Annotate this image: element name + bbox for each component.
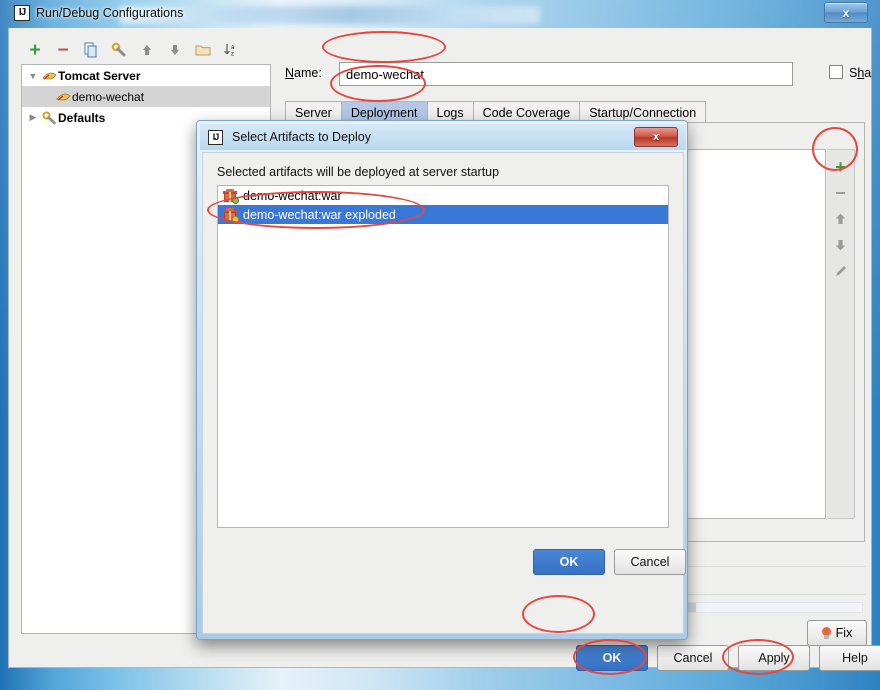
list-item[interactable]: demo-wechat:war [218, 186, 668, 205]
add-artifact-icon[interactable]: + [829, 154, 853, 180]
footer-buttons: OK Cancel Apply Help [576, 645, 880, 671]
cancel-button[interactable]: Cancel [657, 645, 729, 671]
artifact-label: demo-wechat:war exploded [243, 207, 396, 222]
edit-defaults-wrench-icon[interactable] [105, 39, 133, 61]
window-title: Run/Debug Configurations [36, 6, 184, 20]
name-input[interactable] [339, 62, 793, 86]
modal-ok-button[interactable]: OK [533, 549, 605, 575]
tomcat-icon [40, 69, 58, 83]
name-row: Name: Sha [285, 62, 871, 86]
wrench-icon [40, 111, 58, 125]
tomcat-icon [54, 90, 72, 104]
name-label: Name: [285, 66, 322, 80]
select-artifacts-dialog: IJ Select Artifacts to Deploy x Selected… [196, 120, 688, 640]
share-checkbox[interactable] [829, 65, 843, 79]
close-icon[interactable]: x [824, 2, 868, 23]
help-button[interactable]: Help [819, 645, 880, 671]
sort-alphabetically-icon[interactable]: az [217, 39, 245, 61]
move-artifact-up-icon[interactable] [829, 206, 853, 232]
artifacts-list[interactable]: demo-wechat:war demo-wechat:war exploded [217, 185, 669, 528]
screenshot-root: IJ Run/Debug Configurations x + − a z ▼ … [0, 0, 880, 690]
list-item[interactable]: demo-wechat:war exploded [218, 205, 668, 224]
svg-text:z: z [231, 52, 234, 58]
share-label: Sha [849, 66, 872, 80]
copy-configuration-icon[interactable] [77, 39, 105, 61]
window-titlebar: IJ Run/Debug Configurations x [0, 0, 880, 28]
svg-text:a: a [231, 45, 235, 51]
modal-body: Selected artifacts will be deployed at s… [202, 152, 686, 634]
artifact-war-exploded-icon [223, 207, 239, 223]
chevron-down-icon[interactable]: ▼ [26, 71, 40, 81]
configurations-toolbar: + − az [21, 38, 271, 62]
remove-configuration-icon[interactable]: − [49, 39, 77, 61]
move-down-icon[interactable] [161, 39, 189, 61]
apply-button[interactable]: Apply [738, 645, 810, 671]
move-artifact-down-icon[interactable] [829, 232, 853, 258]
tree-node-label: Tomcat Server [58, 68, 141, 83]
deployment-side-toolbar: + − [827, 149, 855, 519]
tree-node-label: demo-wechat [72, 89, 145, 104]
artifact-label: demo-wechat:war [243, 188, 342, 203]
modal-title: Select Artifacts to Deploy [232, 130, 371, 144]
chevron-right-icon[interactable]: ▶ [26, 112, 40, 123]
add-configuration-icon[interactable]: + [21, 39, 49, 61]
warning-bulb-icon [821, 627, 831, 639]
modal-titlebar: IJ Select Artifacts to Deploy x [200, 124, 686, 150]
move-up-icon[interactable] [133, 39, 161, 61]
create-folder-icon[interactable] [189, 39, 217, 61]
tree-node-demo-wechat[interactable]: demo-wechat [22, 86, 270, 107]
tree-node-label: Defaults [58, 110, 106, 125]
intellij-idea-icon: IJ [14, 5, 30, 21]
modal-buttons: OK Cancel [533, 549, 686, 575]
fix-button[interactable]: Fix [807, 620, 867, 646]
modal-cancel-button[interactable]: Cancel [614, 549, 686, 575]
fix-button-label: Fix [835, 626, 853, 640]
intellij-idea-icon: IJ [208, 129, 223, 145]
ok-button[interactable]: OK [576, 645, 648, 671]
modal-hint-label: Selected artifacts will be deployed at s… [217, 165, 500, 179]
modal-close-icon[interactable]: x [634, 127, 678, 147]
artifact-war-icon [223, 188, 239, 204]
remove-artifact-icon[interactable]: − [829, 180, 853, 206]
tree-node-tomcat-server[interactable]: ▼ Tomcat Server [22, 65, 270, 86]
edit-artifact-pencil-icon[interactable] [829, 258, 853, 284]
